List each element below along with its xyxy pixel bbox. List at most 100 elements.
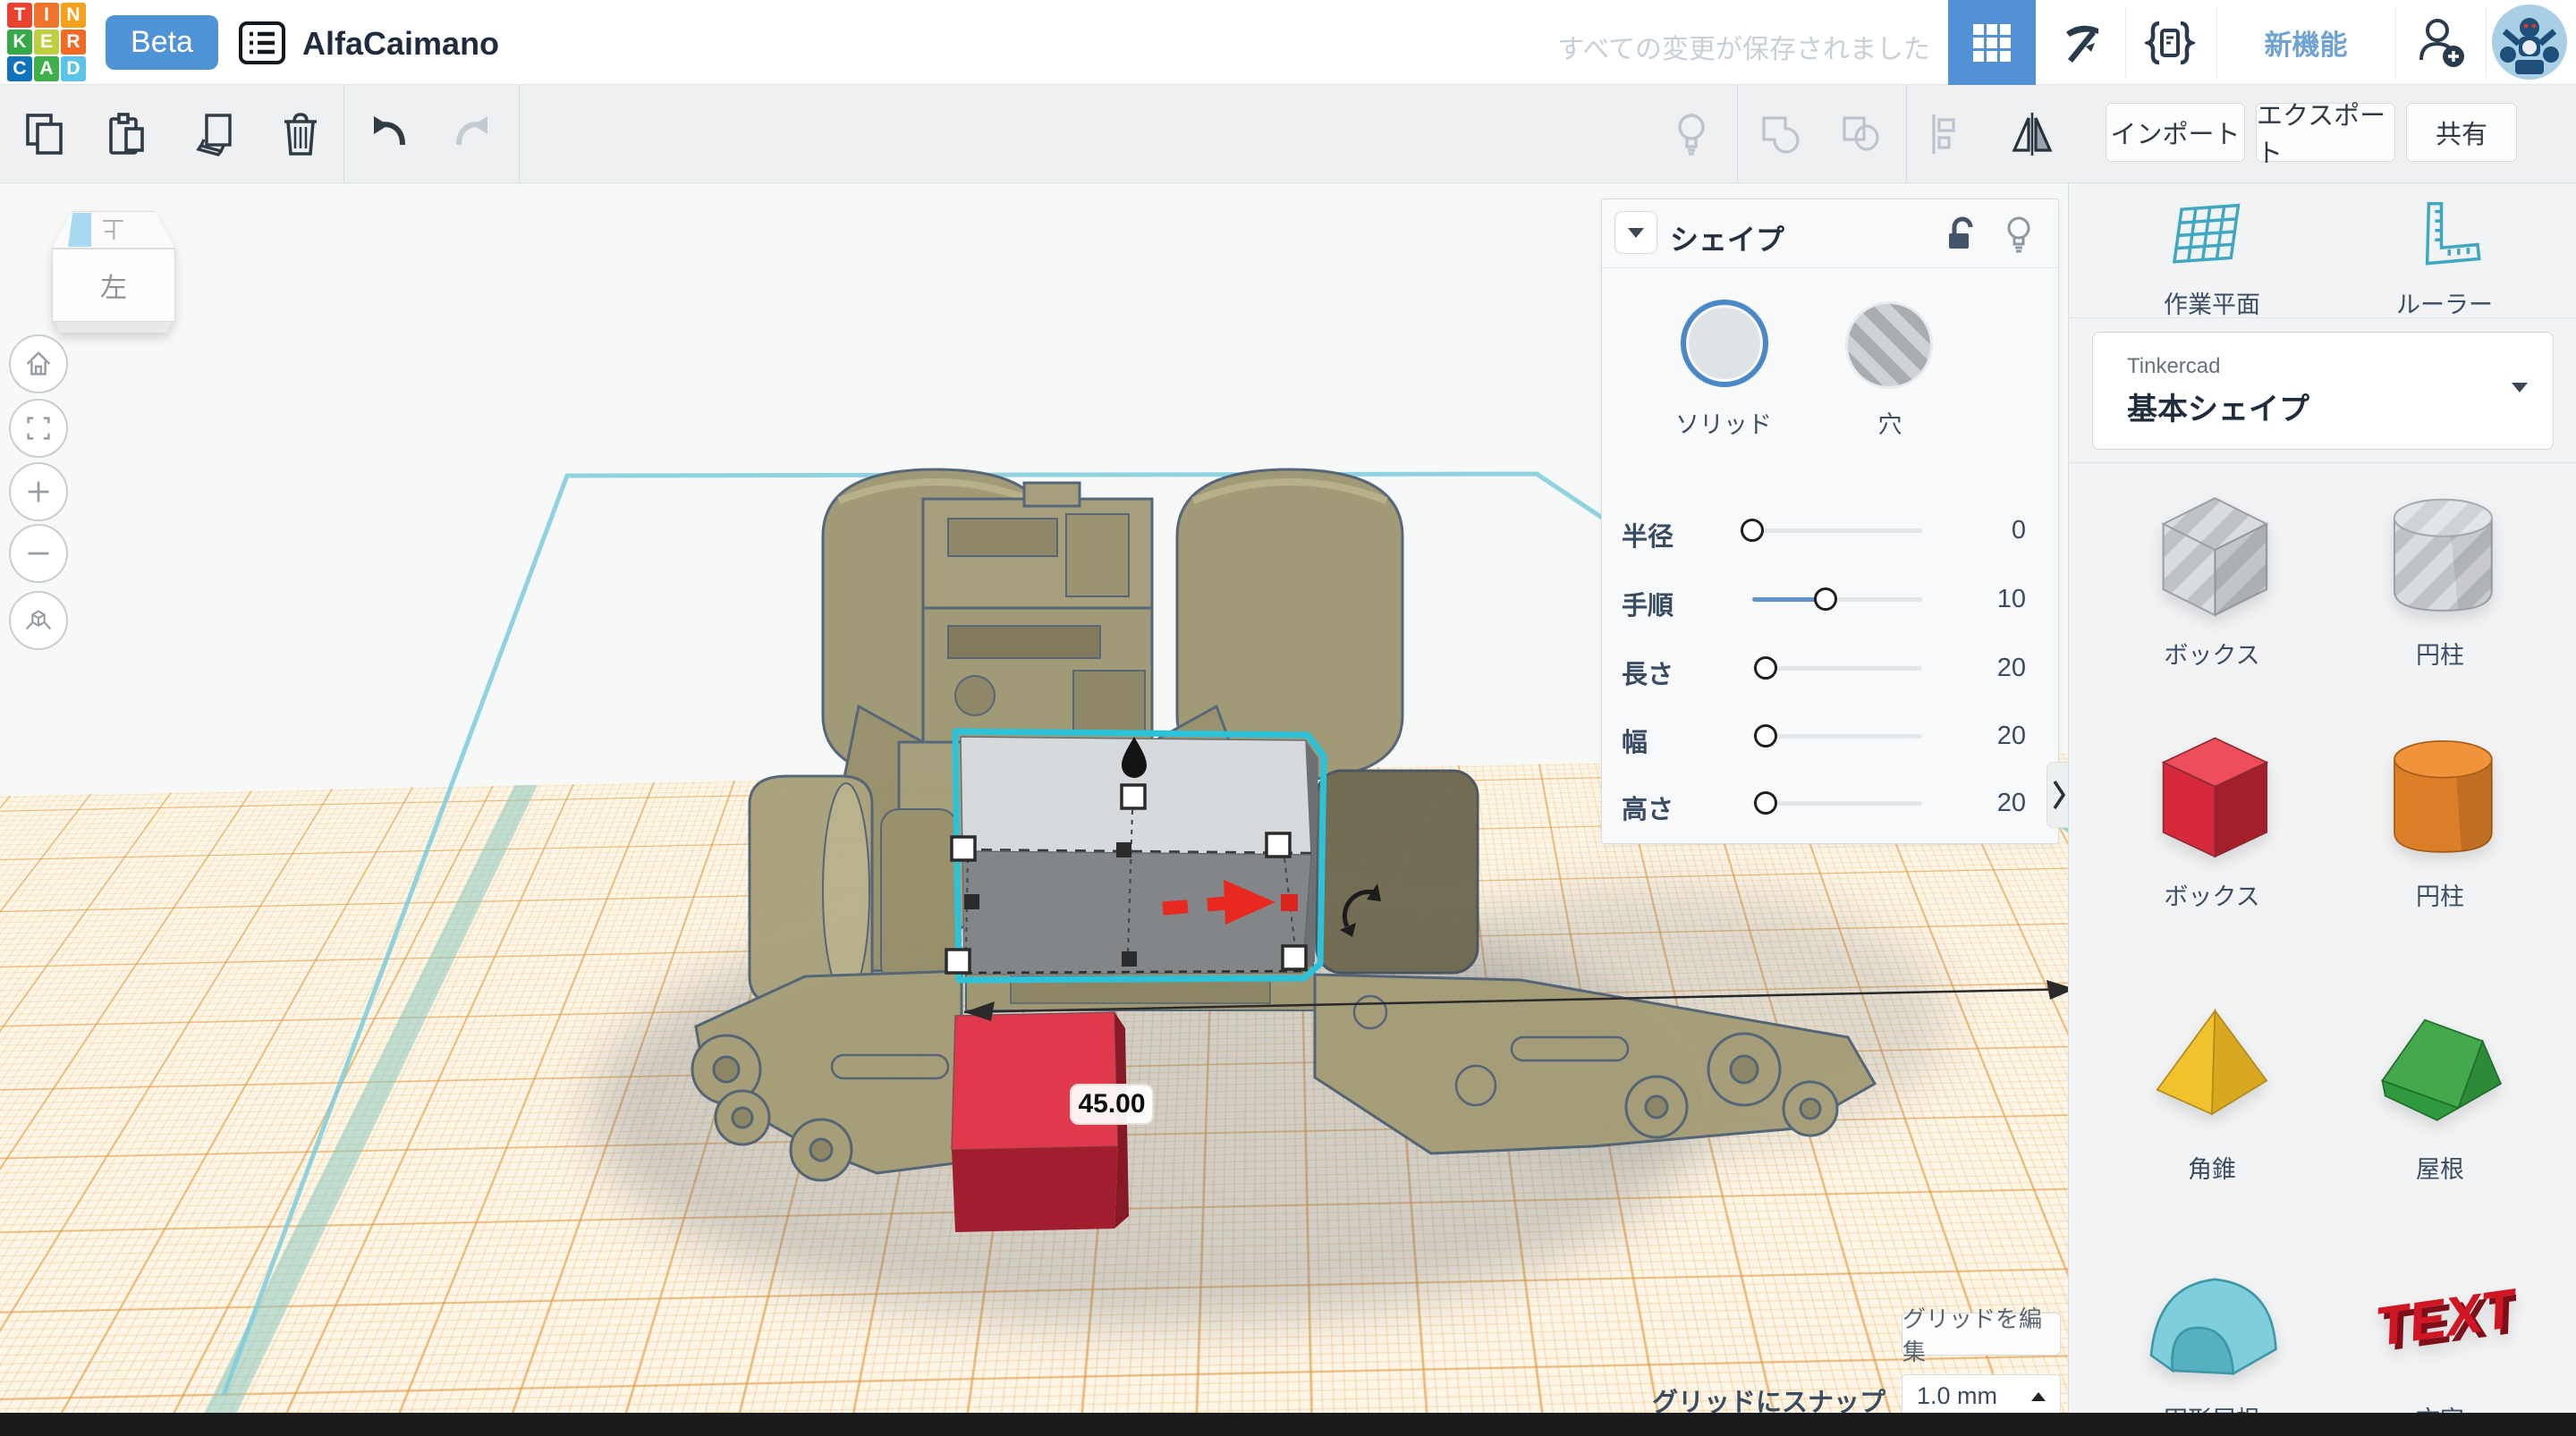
length-slider[interactable] [1752, 656, 1922, 680]
top-bar: T I N K E R C A D Beta AlfaCaimano すべての変… [0, 0, 2576, 85]
tinkercad-app: 45.00 上 左 シェイプ ソリッド 穴 半径 0 手順 10 長さ 20 幅… [0, 0, 2576, 1436]
pyramid-icon [2156, 1008, 2268, 1116]
home-icon [26, 351, 51, 376]
motor-detail [947, 625, 1101, 659]
zoom-out-button[interactable] [9, 524, 68, 583]
shape-item-round-roof[interactable]: 円形屋根 [2109, 1243, 2315, 1435]
copy-button[interactable] [20, 108, 72, 160]
avatar[interactable] [2492, 4, 2567, 80]
group-button[interactable] [1754, 108, 1806, 160]
divider [1906, 85, 1907, 183]
shape-item-cylinder-hole[interactable]: 円柱 [2337, 478, 2543, 671]
3d-viewport[interactable]: 45.00 上 左 シェイプ ソリッド 穴 半径 0 手順 10 長さ 20 幅… [0, 183, 2068, 1413]
zoom-in-icon [28, 481, 49, 503]
view-cube-front-face[interactable]: 左 [52, 249, 175, 322]
ungroup-button[interactable] [1835, 108, 1886, 160]
width-slider[interactable] [1752, 724, 1922, 748]
save-status-text: すべての変更が保存されました [1557, 35, 1930, 64]
hole-label: 穴 [1877, 411, 1902, 438]
shape-collection-select[interactable]: Tinkercad 基本シェイプ [2092, 332, 2554, 450]
import-button[interactable]: インポート [2106, 103, 2245, 162]
duplicate-button[interactable] [189, 108, 241, 160]
grid-axis-band-vertical [514, 183, 1509, 786]
rear-wheel-right [1175, 468, 1404, 781]
gearbox-detail [947, 518, 1058, 557]
gearbox [921, 497, 1154, 610]
divider [2395, 7, 2396, 78]
round-roof-icon [2149, 1278, 2277, 1376]
workplane-tool[interactable]: 作業平面 [2114, 194, 2310, 320]
whats-new-link[interactable]: 新機能 [2217, 0, 2394, 85]
home-view-button[interactable] [9, 334, 68, 393]
snap-grid-select[interactable]: 1.0 mm [1902, 1374, 2061, 1413]
shape-item-text[interactable]: TEXT TEXT 文字 [2337, 1243, 2543, 1435]
solid-material-button[interactable] [1681, 300, 1768, 387]
pickaxe-icon [2066, 25, 2098, 63]
sidebar-collapse-tab[interactable] [2046, 762, 2070, 828]
hole-material-button[interactable] [1845, 301, 1933, 389]
divider [2125, 7, 2126, 78]
bottom-bar [0, 1413, 2576, 1436]
steps-slider[interactable] [1752, 587, 1922, 611]
delete-button[interactable] [275, 108, 326, 160]
document-properties-icon[interactable] [238, 21, 286, 65]
minecraft-export-button[interactable] [2041, 0, 2123, 85]
shape-item-box-solid[interactable]: ボックス [2109, 720, 2315, 912]
dashboard-grid-button[interactable] [1948, 0, 2036, 85]
snap-to-grid-label: グリッドにスナップ [1651, 1389, 1885, 1413]
wheel-highlight [1191, 478, 1388, 504]
perspective-toggle-button[interactable] [9, 591, 68, 650]
edit-grid-button[interactable]: グリッドを編集 [1902, 1305, 2061, 1365]
group-icon [1762, 116, 1800, 154]
lock-open-icon[interactable] [1944, 215, 1979, 255]
document-title[interactable]: AlfaCaimano [302, 25, 499, 63]
mirror-button[interactable] [2006, 108, 2058, 160]
share-button[interactable]: 共有 [2406, 103, 2517, 162]
text-shape-icon: TEXT TEXT [2376, 1277, 2516, 1364]
view-cube[interactable]: 上 左 [52, 211, 175, 334]
divider [2216, 7, 2217, 78]
tinkercad-logo[interactable]: T I N K E R C A D [7, 3, 88, 83]
zoom-out-icon [28, 552, 49, 555]
gearbox-detail [1065, 513, 1130, 597]
roof-icon [2381, 1018, 2503, 1121]
undo-icon [374, 116, 405, 146]
dimension-value[interactable]: 45.00 [1070, 1084, 1154, 1125]
undo-button[interactable] [364, 108, 416, 160]
gear [954, 675, 996, 716]
gearbox-top [1022, 481, 1081, 508]
solid-label: ソリッド [1675, 411, 1772, 438]
shape-item-cylinder-solid[interactable]: 円柱 [2337, 720, 2543, 912]
height-slider[interactable] [1752, 791, 1922, 815]
lightbulb-icon[interactable] [2001, 214, 2037, 257]
shape-item-pyramid[interactable]: 角錐 [2109, 993, 2315, 1185]
invite-button[interactable] [2396, 0, 2484, 85]
workplane-icon [2173, 203, 2241, 264]
redo-button[interactable] [445, 108, 497, 160]
zoom-in-button[interactable] [9, 462, 68, 521]
delete-icon [284, 113, 317, 156]
chevron-down-icon [2512, 383, 2528, 393]
show-all-button[interactable] [1665, 108, 1717, 160]
codeblocks-button[interactable] [2126, 0, 2214, 85]
align-button[interactable] [1922, 108, 1974, 160]
inspector-collapse-button[interactable] [1614, 211, 1657, 254]
duplicate-icon [196, 114, 232, 156]
view-cube-bottom-edge [55, 322, 172, 333]
paste-button[interactable] [101, 108, 153, 160]
export-button[interactable]: エクスポート [2256, 102, 2395, 168]
chevron-collapse-icon [2053, 781, 2065, 809]
fit-view-button[interactable] [9, 399, 68, 458]
shape-item-box-hole[interactable]: ボックス [2109, 478, 2315, 671]
slider-row-height: 高さ 20 [1622, 789, 2026, 824]
beta-badge: Beta [106, 15, 218, 70]
radius-slider[interactable] [1741, 519, 1922, 542]
motor-block [921, 606, 1154, 744]
chevron-down-icon [1628, 227, 1644, 238]
align-icon [1932, 114, 1955, 154]
cylinder-hole-icon [2393, 498, 2493, 612]
rear-wheel-left [821, 468, 1050, 781]
ruler-tool[interactable]: ルーラー [2346, 194, 2543, 320]
divider [2486, 7, 2487, 78]
shape-item-roof[interactable]: 屋根 [2337, 993, 2543, 1185]
